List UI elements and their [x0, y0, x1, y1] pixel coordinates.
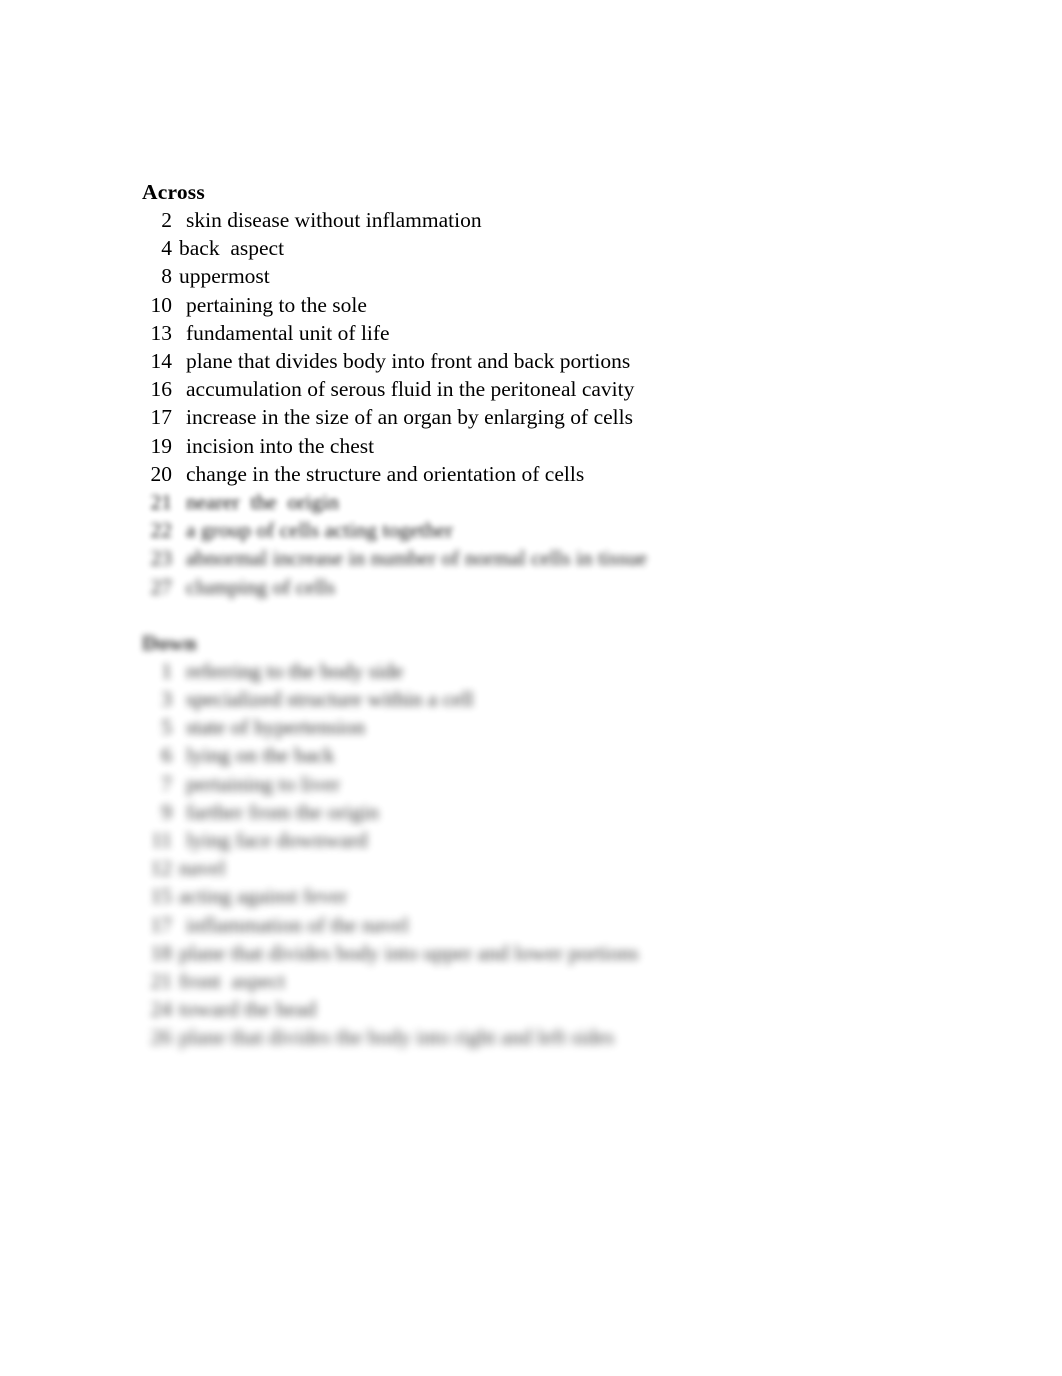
clue-number: 16 [150, 377, 173, 402]
clue-text: back aspect [179, 236, 285, 261]
clue-number: 13 [150, 320, 173, 345]
clue-item: 11 lying face downward [138, 826, 958, 854]
clue-number: 12 [150, 856, 173, 881]
clue-text: a group of cells acting together [186, 518, 453, 543]
clue-number: 17 [150, 912, 173, 937]
clue-item: 3 specialized structure within a cell [138, 685, 958, 713]
clue-number: 5 [161, 715, 172, 740]
clue-number: 15 [150, 884, 173, 909]
clue-item: 17 inflammation of the navel [138, 911, 958, 939]
clue-number: 3 [161, 687, 172, 712]
clue-text: pertaining to the sole [186, 292, 367, 317]
clue-item: 15 acting against fever [138, 882, 958, 910]
clue-text: incision into the chest [186, 433, 375, 458]
across-heading: Across [142, 180, 205, 204]
clue-number: 4 [161, 236, 172, 261]
clue-text: plane that divides body into front and b… [186, 349, 631, 374]
clue-number: 24 [150, 997, 173, 1022]
clue-item: 19 incision into the chest [138, 432, 958, 460]
clue-number: 22 [150, 518, 173, 543]
clue-number: 8 [161, 264, 172, 289]
clue-number: 21 [150, 969, 173, 994]
clue-number: 14 [150, 349, 173, 374]
clue-item: 6 lying on the back [138, 741, 958, 769]
clue-text: uppermost [179, 264, 270, 289]
clue-text: state of hypertension [186, 715, 366, 740]
clue-item: 4 back aspect [138, 234, 958, 262]
clue-number: 9 [161, 799, 172, 824]
clue-text: referring to the body side [186, 658, 404, 683]
clue-item: 5 state of hypertension [138, 713, 958, 741]
clue-text: change in the structure and orientation … [186, 461, 585, 486]
clue-text: lying face downward [186, 828, 368, 853]
clue-text: front aspect [179, 969, 286, 994]
clue-number: 27 [150, 574, 173, 599]
clue-item: 14 plane that divides body into front and… [138, 347, 958, 375]
clue-item: 24 toward the head [138, 995, 958, 1023]
clue-text: navel [179, 856, 226, 881]
down-clue-list: 1 referring to the body side 3 specialized … [138, 657, 958, 1052]
clue-text: toward the head [179, 997, 317, 1022]
clue-item: 22 a group of cells acting together [138, 516, 958, 544]
clue-text: specialized structure within a cell [186, 687, 474, 712]
clue-item: 8 uppermost [138, 262, 958, 290]
clue-number: 6 [161, 743, 172, 768]
clue-text: plane that divides the body into right a… [179, 1025, 615, 1050]
clue-item: 18 plane that divides body into upper and… [138, 939, 958, 967]
clue-text: lying on the back [186, 743, 335, 768]
clue-item: 16 accumulation of serous fluid in the pe… [138, 375, 958, 403]
clue-item: 10 pertaining to the sole [138, 291, 958, 319]
clue-text: acting against fever [179, 884, 348, 909]
clue-text: increase in the size of an organ by enla… [186, 405, 633, 430]
clue-number: 18 [150, 940, 173, 965]
clue-item: 13 fundamental unit of life [138, 319, 958, 347]
clue-item: 26 plane that divides the body into right… [138, 1023, 958, 1051]
clue-item: 27 clumping of cells [138, 573, 958, 601]
document-page: Across 2 skin disease without inflammatio… [0, 0, 1062, 1376]
clue-text: inflammation of the navel [186, 912, 409, 937]
clue-text: pertaining to liver [186, 771, 341, 796]
clue-number: 26 [150, 1025, 173, 1050]
clue-text: skin disease without inflammation [186, 208, 482, 232]
clue-content: Across 2 skin disease without inflammatio… [138, 178, 958, 1052]
clue-text: accumulation of serous fluid in the peri… [186, 377, 635, 402]
clue-number: 21 [150, 490, 173, 515]
down-heading: Down [142, 630, 197, 655]
clue-item: 23 abnormal increase in number of normal … [138, 544, 958, 572]
clue-text: plane that divides body into upper and l… [179, 940, 639, 965]
clue-item: 17 increase in the size of an organ by en… [138, 403, 958, 431]
clue-number: 2 [161, 208, 172, 232]
clue-text: fundamental unit of life [186, 320, 390, 345]
clue-item: 21 front aspect [138, 967, 958, 995]
clue-text: farther from the origin [186, 799, 379, 824]
clue-item: 12 navel [138, 854, 958, 882]
clue-number: 17 [150, 405, 173, 430]
clue-text: clumping of cells [186, 574, 336, 599]
clue-number: 20 [150, 461, 173, 486]
clue-item: 21 nearer the origin [138, 488, 958, 516]
clue-item: 1 referring to the body side [138, 657, 958, 685]
clue-item: 2 skin disease without inflammation [138, 206, 958, 234]
clue-number: 23 [150, 546, 173, 571]
across-clue-list: 2 skin disease without inflammation 4 back … [138, 206, 958, 601]
clue-number: 7 [161, 771, 172, 796]
clue-text: nearer the origin [186, 490, 339, 515]
clue-text: abnormal increase in number of normal ce… [186, 546, 647, 571]
clue-number: 1 [161, 658, 172, 683]
clue-item: 20 change in the structure and orientatio… [138, 460, 958, 488]
clue-number: 11 [151, 828, 172, 853]
clue-item: 7 pertaining to liver [138, 770, 958, 798]
clue-number: 10 [150, 292, 173, 317]
clue-item: 9 farther from the origin [138, 798, 958, 826]
clue-number: 19 [150, 433, 173, 458]
